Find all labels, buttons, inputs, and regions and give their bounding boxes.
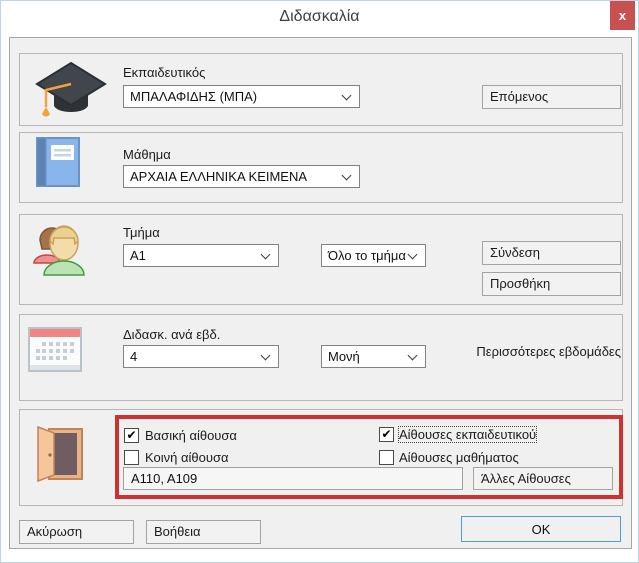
chevron-down-icon [342,171,352,181]
teacher-select[interactable]: ΜΠΑΛΑΦΙΔΗΣ (ΜΠΑ) [123,85,360,108]
door-icon [31,423,83,488]
teacher-select-value: ΜΠΑΛΑΦΙΔΗΣ (ΜΠΑ) [130,89,257,104]
students-icon [30,223,86,284]
other-rooms-button[interactable]: Άλλες Αίθουσες [473,467,613,490]
teaching-dialog: Διδασκαλία x Εκπαιδευτικός ΜΠΑΛΑΦΙΔΗΣ (Μ… [0,0,639,563]
close-icon[interactable]: x [610,1,635,30]
chevron-down-icon [261,250,271,260]
subject-select-value: ΑΡΧΑΙΑ ΕΛΛΗΝΙΚΑ ΚΕΙΜΕΝΑ [130,169,307,184]
class-label: Τμήμα [123,225,160,240]
chevron-down-icon [261,351,271,361]
join-button[interactable]: Σύνδεση [482,241,621,265]
periods-label: Διδασκ. ανά εβδ. [123,327,220,342]
periods-select-value: 4 [130,349,137,364]
main-room-checkbox-label[interactable]: Βασική αίθουσα [145,428,237,443]
calendar-icon [28,327,82,377]
check-icon: ✔ [381,427,391,441]
class-scope-value: Όλο το τμήμα [328,248,406,263]
shared-room-checkbox-label[interactable]: Κοινή αίθουσα [145,450,228,465]
teacher-rooms-checkbox[interactable]: ✔ [379,427,394,442]
main-room-checkbox[interactable]: ✔ [124,428,139,443]
subject-rooms-checkbox-label[interactable]: Αίθουσες μαθήματος [399,450,519,465]
periods-select[interactable]: 4 [123,345,279,368]
rooms-input[interactable]: A110, A109 [123,467,463,490]
class-select[interactable]: A1 [123,244,279,267]
ok-button[interactable]: OK [461,516,621,542]
dialog-title: Διδασκαλία [1,8,638,26]
chevron-down-icon [342,91,352,101]
class-select-value: A1 [130,248,146,263]
titlebar[interactable]: Διδασκαλία x [1,1,638,34]
more-weeks-label[interactable]: Περισσότερες εβδομάδες [431,344,621,359]
week-type-value: Μονή [328,349,360,364]
book-icon [36,137,80,192]
shared-room-checkbox[interactable] [124,450,139,465]
subject-label: Μάθημα [123,147,171,162]
teacher-label: Εκπαιδευτικός [123,65,205,80]
check-icon: ✔ [126,428,136,442]
chevron-down-icon [408,351,418,361]
graduation-cap-icon [31,59,109,126]
chevron-down-icon [408,250,418,260]
help-button[interactable]: Βοήθεια [146,520,261,544]
subject-rooms-checkbox[interactable] [379,450,394,465]
week-type-select[interactable]: Μονή [321,345,426,368]
teacher-rooms-checkbox-label[interactable]: Αίθουσες εκπαιδευτικού [399,427,536,442]
add-button[interactable]: Προσθήκη [482,272,621,296]
class-scope-select[interactable]: Όλο το τμήμα [321,244,426,267]
next-button[interactable]: Επόμενος [482,85,621,109]
cancel-button[interactable]: Ακύρωση [19,520,134,544]
subject-select[interactable]: ΑΡΧΑΙΑ ΕΛΛΗΝΙΚΑ ΚΕΙΜΕΝΑ [123,165,360,188]
